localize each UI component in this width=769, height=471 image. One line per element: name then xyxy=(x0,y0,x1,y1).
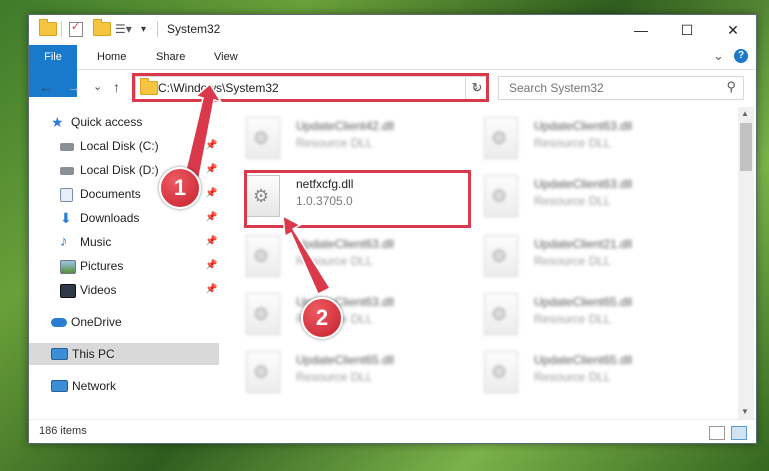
callout-1-arrow xyxy=(183,82,223,185)
callout-1-badge: 1 xyxy=(159,167,201,209)
callout-arrows xyxy=(183,82,332,296)
callout-2-badge: 2 xyxy=(301,297,343,339)
callout-2-arrow xyxy=(282,214,332,296)
